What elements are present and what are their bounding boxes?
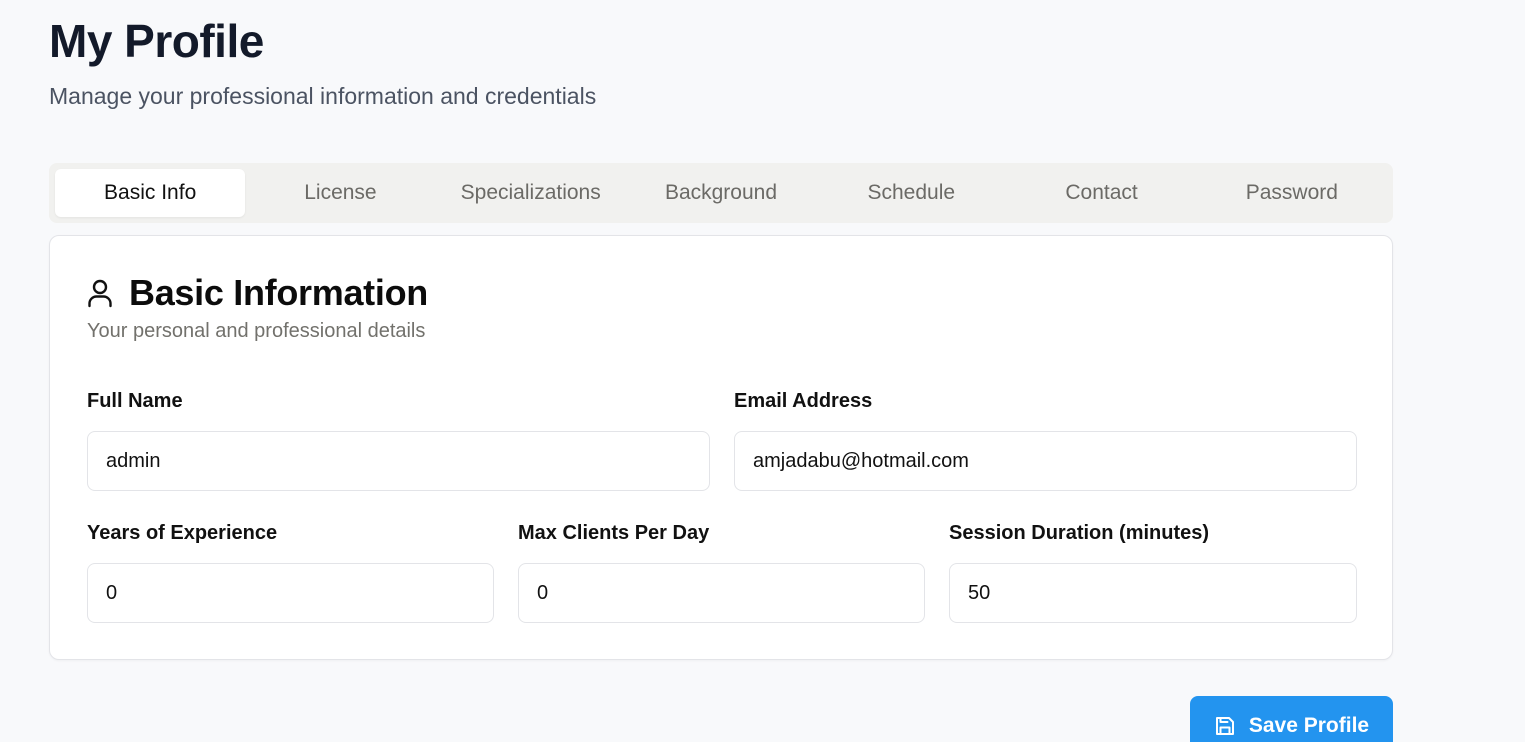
tab-license[interactable]: License	[245, 169, 435, 217]
email-group: Email Address	[734, 390, 1357, 491]
email-label: Email Address	[734, 390, 873, 412]
page-subtitle: Manage your professional information and…	[49, 83, 597, 109]
save-profile-button[interactable]: Save Profile	[1190, 696, 1393, 742]
save-profile-label: Save Profile	[1248, 714, 1370, 737]
card-subtitle: Your personal and professional details	[87, 320, 426, 342]
years-experience-label: Years of Experience	[87, 522, 278, 544]
max-clients-group: Max Clients Per Day	[518, 522, 925, 623]
user-icon	[87, 277, 115, 309]
tab-basic-info[interactable]: Basic Info	[55, 169, 246, 217]
tab-specializations[interactable]: Specializations	[436, 169, 626, 217]
basic-info-card: Basic Information Your personal and prof…	[49, 235, 1393, 660]
years-experience-group: Years of Experience	[87, 522, 494, 623]
full-name-label: Full Name	[87, 390, 183, 412]
years-experience-field[interactable]	[87, 563, 494, 623]
tab-background[interactable]: Background	[626, 169, 816, 217]
tab-bar: Basic Info License Specializations Backg…	[49, 163, 1393, 223]
max-clients-label: Max Clients Per Day	[518, 522, 710, 544]
page-title: My Profile	[49, 15, 264, 67]
session-duration-label: Session Duration (minutes)	[949, 522, 1210, 544]
card-title: Basic Information	[129, 272, 428, 313]
session-duration-field[interactable]	[949, 563, 1357, 623]
tab-password[interactable]: Password	[1197, 169, 1387, 217]
save-icon	[1214, 715, 1236, 737]
full-name-group: Full Name	[87, 390, 710, 491]
full-name-field[interactable]	[87, 431, 710, 491]
tab-schedule[interactable]: Schedule	[816, 169, 1006, 217]
max-clients-field[interactable]	[518, 563, 925, 623]
tab-contact[interactable]: Contact	[1006, 169, 1196, 217]
email-field[interactable]	[734, 431, 1357, 491]
session-duration-group: Session Duration (minutes)	[949, 522, 1357, 623]
profile-page: My Profile Manage your professional info…	[0, 0, 1525, 742]
card-header: Basic Information	[87, 272, 428, 314]
